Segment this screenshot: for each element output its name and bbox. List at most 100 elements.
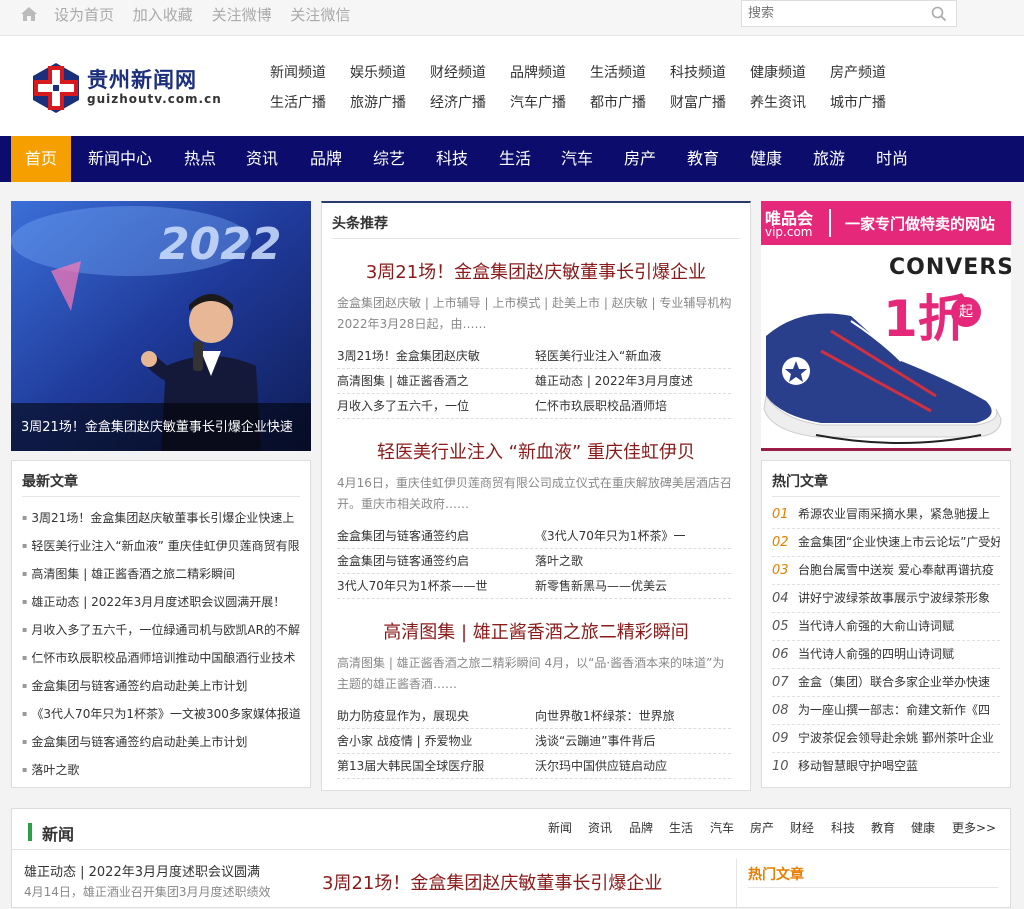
headline-link[interactable]: 仁怀市玖辰职校品酒师培 <box>535 397 731 419</box>
hot-rank: 10 <box>772 759 789 774</box>
nav-life[interactable]: 生活 <box>487 136 543 182</box>
hot-item-text: 移动智慧眼守护喝空蓝 <box>798 759 919 773</box>
headline-link[interactable]: 3代人70年只为1杯茶——世 <box>337 577 533 599</box>
set-homepage-link[interactable]: 设为首页 <box>54 6 114 24</box>
nav-travel[interactable]: 旅游 <box>801 136 857 182</box>
hot-item[interactable]: 03 台胞台属雪中送炭 爱心奉献再谱抗疫 <box>772 561 1000 585</box>
headline-title[interactable]: 轻医美行业注入 “新血液” 重庆佳虹伊贝 <box>322 438 750 464</box>
hot-item[interactable]: 01 希源农业冒雨采摘水果，紧急驰援上 <box>772 505 1000 529</box>
list-item[interactable]: 3周21场！金盒集团赵庆敏董事长引爆企业快速上 <box>22 509 310 526</box>
nav-brand[interactable]: 品牌 <box>298 136 354 182</box>
nav-hot[interactable]: 热点 <box>172 136 228 182</box>
search-icon[interactable] <box>931 6 947 22</box>
channel-link[interactable]: 财富广播 <box>670 92 750 112</box>
headline-title[interactable]: 3周21场！金盒集团赵庆敏董事长引爆企业 <box>322 258 750 284</box>
hot-item[interactable]: 04 讲好宁波绿茶故事展示宁波绿茶形象 <box>772 589 1000 613</box>
headline-link[interactable]: 雄正动态 | 2022年3月月度述 <box>535 372 731 394</box>
list-item[interactable]: 轻医美行业注入“新血液” 重庆佳虹伊贝莲商贸有限 <box>22 537 310 554</box>
add-favorite-link[interactable]: 加入收藏 <box>133 6 193 24</box>
news-center-title[interactable]: 3周21场！金盒集团赵庆敏董事长引爆企业 <box>322 869 662 895</box>
news-sublink[interactable]: 科技 <box>831 819 855 836</box>
headline-link[interactable]: 月收入多了五六千，一位 <box>337 397 533 419</box>
nav-health[interactable]: 健康 <box>738 136 794 182</box>
nav-home[interactable]: 首页 <box>11 136 71 182</box>
news-sublink[interactable]: 汽车 <box>710 819 734 836</box>
headline-link[interactable]: 落叶之歌 <box>535 552 731 574</box>
news-section-title: 新闻 <box>42 825 75 844</box>
nav-tech[interactable]: 科技 <box>424 136 480 182</box>
news-sublink[interactable]: 生活 <box>669 819 693 836</box>
list-item[interactable]: 仁怀市玖辰职校品酒师培训推动中国酿酒行业技术 <box>22 649 310 666</box>
site-logo[interactable]: 贵州新闻网 guizhoutv.com.cn <box>30 62 230 114</box>
channel-link[interactable]: 旅游广播 <box>350 92 430 112</box>
vip-ad-banner[interactable]: 唯品会 vip.com 一家专门做特卖的网站 CONVERSE 1折 起 <box>761 201 1011 451</box>
headline-link[interactable]: 高清图集 | 雄正酱香酒之 <box>337 372 533 394</box>
list-item[interactable]: 落叶之歌 <box>22 761 310 778</box>
news-left-title[interactable]: 雄正动态 | 2022年3月月度述职会议圆满 <box>24 861 260 880</box>
hot-item[interactable]: 02 金盒集团“企业快速上市云论坛”广受好 <box>772 533 1000 557</box>
channel-link[interactable]: 娱乐频道 <box>350 62 430 82</box>
headline-link[interactable]: 《3代人70年只为1杯茶》一 <box>535 527 731 549</box>
hot-item[interactable]: 08 为一座山撰一部志：俞建文新作《四 <box>772 701 1000 725</box>
follow-weibo-link[interactable]: 关注微博 <box>212 6 272 24</box>
channel-link[interactable]: 城市广播 <box>830 92 910 112</box>
channel-link[interactable]: 养生资讯 <box>750 92 830 112</box>
news-more-link[interactable]: 更多>> <box>952 819 996 836</box>
headline-desc: 4月16日，重庆佳虹伊贝莲商贸有限公司成立仪式在重庆解放碑美居酒店召开。重庆市相… <box>337 476 732 511</box>
headline-link[interactable]: 向世界敬1杯绿茶：世界旅 <box>535 707 731 729</box>
search-input[interactable] <box>742 1 922 26</box>
nav-auto[interactable]: 汽车 <box>549 136 605 182</box>
news-sublink[interactable]: 品牌 <box>629 819 653 836</box>
list-item[interactable]: 月收入多了五六千，一位緑通司机与欧凯AR的不解 <box>22 621 310 638</box>
channel-link[interactable]: 健康频道 <box>750 62 830 82</box>
hot-item[interactable]: 09 宁波茶促会领导赴余姚 鄞州茶叶企业 <box>772 729 1000 753</box>
headline-link[interactable]: 轻医美行业注入“新血液 <box>535 347 731 369</box>
channel-link[interactable]: 都市广播 <box>590 92 670 112</box>
channel-link[interactable]: 科技频道 <box>670 62 750 82</box>
list-item[interactable]: 雄正动态 | 2022年3月月度述职会议圆满开展！ <box>22 593 310 610</box>
hot-item[interactable]: 10 移动智慧眼守护喝空蓝 <box>772 757 1000 780</box>
nav-variety[interactable]: 综艺 <box>361 136 417 182</box>
headline-link[interactable]: 沃尔玛中国供应链启动应 <box>535 757 731 779</box>
nav-fashion[interactable]: 时尚 <box>864 136 920 182</box>
news-sublink[interactable]: 教育 <box>871 819 895 836</box>
news-sublink[interactable]: 财经 <box>790 819 814 836</box>
channel-link[interactable]: 房产频道 <box>830 62 910 82</box>
channel-link[interactable]: 生活频道 <box>590 62 670 82</box>
featured-slide[interactable]: 2022 3周21场！金盒集团赵庆敏董事长引爆企业快速 <box>11 201 311 451</box>
news-sublink[interactable]: 新闻 <box>548 819 572 836</box>
headline-link[interactable]: 第13届大韩民国全球医疗服 <box>337 757 533 779</box>
headline-link[interactable]: 助力防疫显作为，展现央 <box>337 707 533 729</box>
channel-link[interactable]: 汽车广播 <box>510 92 590 112</box>
nav-education[interactable]: 教育 <box>675 136 731 182</box>
headline-link[interactable]: 金盒集团与链客通签约启 <box>337 552 533 574</box>
channel-link[interactable]: 财经频道 <box>430 62 510 82</box>
channel-link[interactable]: 生活广播 <box>270 92 350 112</box>
hot-item[interactable]: 05 当代诗人俞强的大俞山诗词赋 <box>772 617 1000 641</box>
headline-link[interactable]: 金盒集团与链客通签约启 <box>337 527 533 549</box>
nav-info[interactable]: 资讯 <box>234 136 290 182</box>
hot-item[interactable]: 06 当代诗人俞强的四明山诗词赋 <box>772 645 1000 669</box>
follow-wechat-link[interactable]: 关注微信 <box>290 6 350 24</box>
channel-link[interactable]: 经济广播 <box>430 92 510 112</box>
nav-realestate[interactable]: 房产 <box>612 136 668 182</box>
hot-item-text: 当代诗人俞强的四明山诗词赋 <box>798 647 955 661</box>
list-item[interactable]: 《3代人70年只为1杯茶》一文被300多家媒体报道 <box>22 705 310 722</box>
nav-news-center[interactable]: 新闻中心 <box>82 136 158 182</box>
hot-item[interactable]: 07 金盒（集团）联合多家企业举办快速 <box>772 673 1000 697</box>
news-sublink[interactable]: 健康 <box>911 819 935 836</box>
news-sublink[interactable]: 资讯 <box>588 819 612 836</box>
featured-caption[interactable]: 3周21场！金盒集团赵庆敏董事长引爆企业快速 <box>11 403 311 451</box>
news-sublink[interactable]: 房产 <box>750 819 774 836</box>
list-item[interactable]: 金盒集团与链客通签约启动赴美上市计划 <box>22 733 310 750</box>
headline-link[interactable]: 浅谈“云蹦迪”事件背后 <box>535 732 731 754</box>
list-item[interactable]: 金盒集团与链客通签约启动赴美上市计划 <box>22 677 310 694</box>
channel-link[interactable]: 品牌频道 <box>510 62 590 82</box>
home-icon[interactable] <box>20 5 38 23</box>
list-item[interactable]: 高清图集 | 雄正酱香酒之旅二精彩瞬间 <box>22 565 310 582</box>
headline-link[interactable]: 舍小家 战疫情 | 乔爱物业 <box>337 732 533 754</box>
headline-link[interactable]: 3周21场！金盒集团赵庆敏 <box>337 347 533 369</box>
channel-link[interactable]: 新闻频道 <box>270 62 350 82</box>
headline-link[interactable]: 新零售新黑马——优美云 <box>535 577 731 599</box>
headline-title[interactable]: 高清图集 | 雄正酱香酒之旅二精彩瞬间 <box>322 618 750 644</box>
